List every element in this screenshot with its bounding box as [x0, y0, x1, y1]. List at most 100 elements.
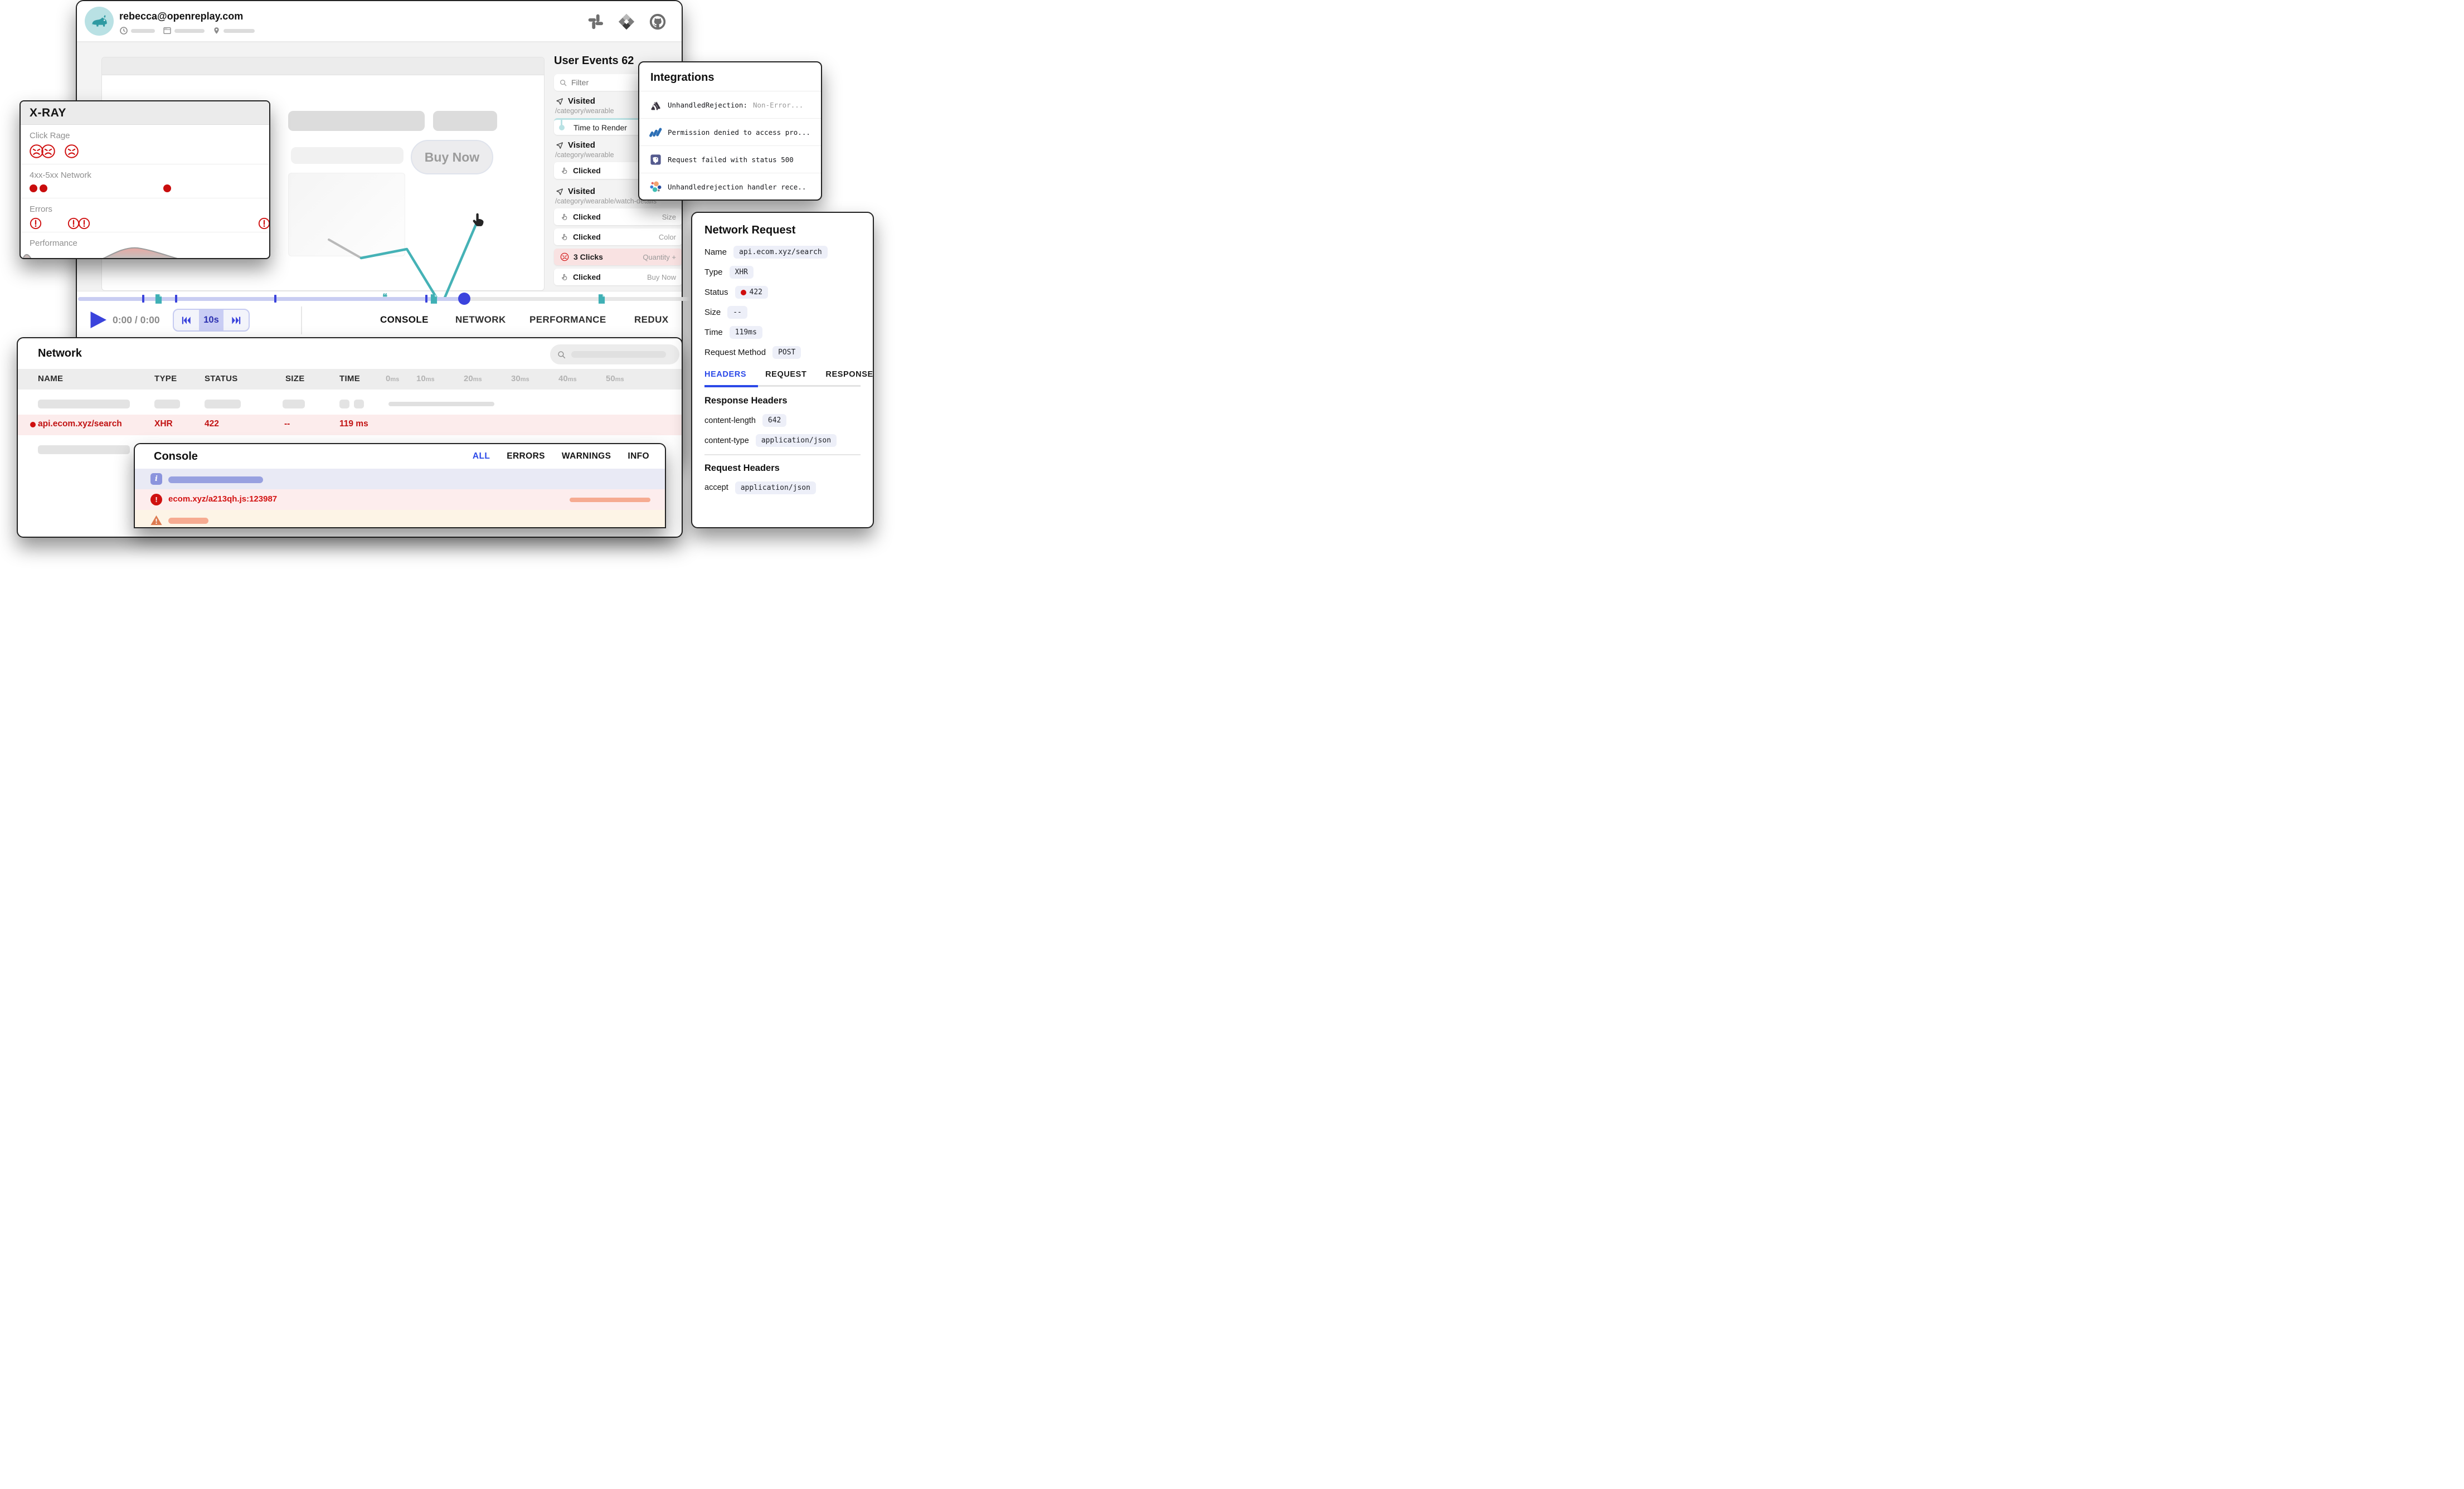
timeline-playhead[interactable]: [458, 293, 470, 305]
integration-row-stackdriver[interactable]: Permission denied to access pro...: [639, 118, 821, 145]
jira-icon[interactable]: [617, 12, 636, 31]
timeline-file-marker-icon[interactable]: [598, 294, 605, 304]
navigate-icon: [555, 141, 564, 150]
log-skeleton: [570, 498, 650, 502]
timeline-track-played[interactable]: [78, 297, 464, 301]
tab-performance[interactable]: PERFORMANCE: [529, 314, 606, 325]
integration-row-sentry[interactable]: UnhandledRejection: Non-Error...: [639, 91, 821, 118]
event-click-rage[interactable]: 3 Clicks Quantity +: [554, 249, 682, 265]
console-tab-info[interactable]: INFO: [628, 451, 649, 461]
xray-performance-section[interactable]: Performance: [21, 232, 269, 259]
timeline-event-tick[interactable]: [425, 295, 427, 303]
datadog-icon: [649, 153, 662, 166]
tab-network[interactable]: NETWORK: [455, 314, 506, 325]
timeline-file-marker-icon[interactable]: [430, 294, 438, 304]
error-icon: !: [150, 494, 162, 505]
skip-control: 10s: [173, 309, 250, 332]
error-status-dot: [741, 290, 746, 295]
console-row-info[interactable]: i: [135, 469, 665, 489]
request-type: XHR: [154, 419, 173, 429]
integration-row-elastic[interactable]: Unhandledrejection handler rece..: [639, 173, 821, 200]
event-target: Buy Now: [647, 273, 676, 281]
request-method-value: POST: [772, 346, 801, 359]
col-time[interactable]: TIME: [339, 374, 360, 383]
tab-console[interactable]: CONSOLE: [380, 314, 429, 325]
request-time-value: 119ms: [730, 326, 762, 339]
tab-request[interactable]: REQUEST: [765, 370, 806, 379]
skip-back-button[interactable]: [174, 310, 199, 330]
event-clicked[interactable]: Clicked Color: [554, 228, 682, 245]
play-button[interactable]: [88, 309, 108, 331]
col-type[interactable]: TYPE: [154, 374, 177, 383]
tab-underline: [704, 385, 861, 387]
content-length-value: 642: [762, 414, 786, 427]
request-status-value: 422: [735, 286, 768, 299]
elastic-icon: [649, 181, 662, 193]
event-target: Quantity +: [643, 253, 676, 261]
console-header: Console ALL ERRORS WARNINGS INFO: [135, 444, 665, 469]
timeline-event-tick[interactable]: [175, 295, 177, 303]
avatar: [85, 7, 114, 36]
field-label: Type: [704, 267, 723, 277]
navigate-icon: [555, 97, 564, 106]
console-row-warning[interactable]: [135, 510, 665, 528]
timeline-track-remaining[interactable]: [464, 297, 691, 301]
field-label: Status: [704, 288, 728, 297]
performance-area-chart: [21, 242, 269, 259]
integration-row-datadog[interactable]: Request failed with status 500: [639, 145, 821, 173]
meta-placeholder: [223, 29, 255, 33]
tab-headers[interactable]: HEADERS: [704, 370, 746, 379]
console-row-error[interactable]: ! ecom.xyz/a213qh.js:123987: [135, 489, 665, 510]
session-meta-row: [119, 26, 255, 35]
col-status[interactable]: STATUS: [205, 374, 238, 383]
buy-now-button[interactable]: Buy Now: [411, 140, 493, 174]
slack-icon[interactable]: [587, 13, 605, 31]
github-icon[interactable]: [648, 12, 667, 31]
sentry-icon: [649, 99, 662, 111]
tick-30ms: 30ms: [511, 374, 529, 383]
meta-placeholder: [131, 29, 155, 33]
error-icon: [30, 217, 42, 230]
field-label: Request Method: [704, 348, 766, 357]
timeline-event-tick[interactable]: [274, 295, 276, 303]
network-row-skeleton[interactable]: [18, 394, 682, 415]
xray-network-section[interactable]: 4xx-5xx Network: [21, 164, 269, 198]
xray-click-rage-section[interactable]: Click Rage: [21, 125, 269, 164]
stackdriver-icon: [649, 126, 662, 139]
timeline-quote-marker-icon[interactable]: ❝: [382, 292, 387, 303]
event-clicked[interactable]: Clicked Size: [554, 208, 682, 225]
network-row-error[interactable]: api.ecom.xyz/search XHR 422 -- 119 ms: [18, 415, 682, 435]
xray-errors-section[interactable]: Errors: [21, 198, 269, 232]
tick-50ms: 50ms: [606, 374, 624, 383]
request-status: 422: [205, 419, 219, 429]
angry-face-icon: [64, 144, 79, 159]
playback-time: 0:00 / 0:00: [113, 314, 160, 326]
error-icon: [258, 217, 270, 230]
console-tab-errors[interactable]: ERRORS: [507, 451, 545, 461]
request-size-value: --: [727, 306, 747, 319]
network-request-panel: Network Request Name api.ecom.xyz/search…: [691, 212, 874, 528]
console-tab-warnings[interactable]: WARNINGS: [562, 451, 611, 461]
timeline-event-tick[interactable]: [142, 295, 144, 303]
navigate-icon: [555, 187, 564, 196]
skip-forward-icon: [231, 315, 242, 326]
click-hand-icon: [560, 167, 568, 175]
timeline-file-marker-icon[interactable]: [155, 294, 162, 304]
col-size[interactable]: SIZE: [285, 374, 305, 383]
search-placeholder: [571, 351, 666, 358]
skip-interval[interactable]: 10s: [199, 310, 224, 330]
skip-forward-button[interactable]: [223, 310, 249, 330]
error-status-dot: [30, 422, 36, 427]
console-panel: Console ALL ERRORS WARNINGS INFO i ! eco…: [134, 443, 666, 528]
accept-value: application/json: [735, 481, 816, 494]
event-clicked[interactable]: Clicked Buy Now: [554, 269, 682, 285]
console-tab-all[interactable]: ALL: [473, 451, 490, 461]
col-name[interactable]: NAME: [38, 374, 63, 383]
tab-redux[interactable]: REDUX: [634, 314, 669, 325]
rhino-icon: [88, 10, 110, 32]
network-search-input[interactable]: [550, 344, 679, 364]
search-icon: [557, 350, 566, 359]
title-skeleton: [288, 111, 425, 131]
tab-response[interactable]: RESPONSE: [825, 370, 873, 379]
event-target: Color: [659, 233, 676, 241]
